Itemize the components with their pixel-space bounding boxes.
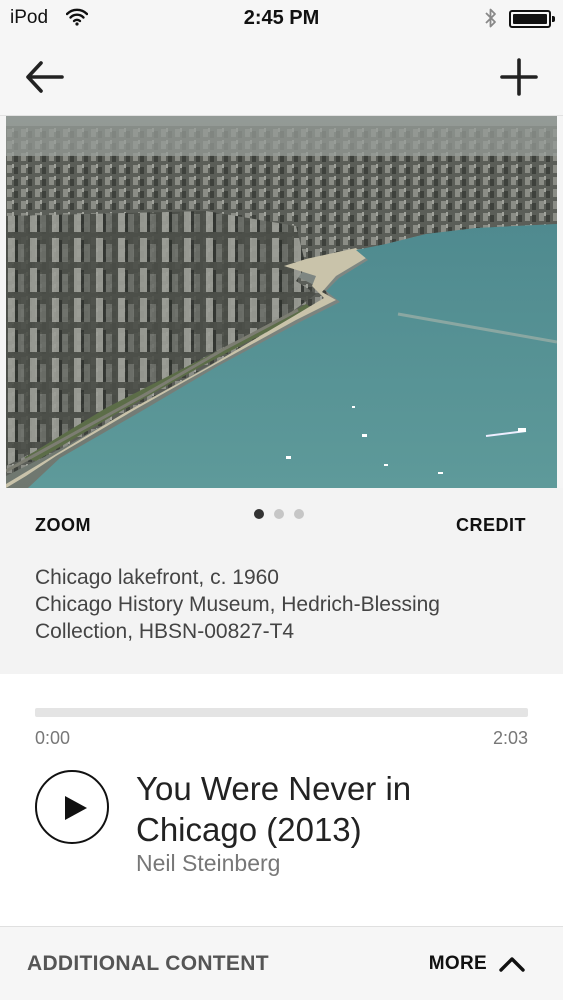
bluetooth-icon bbox=[484, 7, 498, 34]
play-button[interactable] bbox=[35, 770, 109, 844]
elapsed-time: 0:00 bbox=[35, 728, 71, 748]
track-title: You Were Never in Chicago (2013) bbox=[136, 768, 536, 850]
caption-line: Chicago History Museum, Hedrich-Blessing bbox=[35, 593, 440, 616]
aerial-city-lakefront-photo[interactable] bbox=[6, 116, 557, 488]
chevron-up-icon bbox=[499, 957, 525, 972]
audio-player: 0:00 2:03 You Were Never in Chicago (201… bbox=[0, 674, 563, 926]
track-title-line: Chicago (2013) bbox=[136, 811, 362, 848]
more-button[interactable]: MORE bbox=[429, 953, 525, 975]
caption-line: Collection, HBSN-00827-T4 bbox=[35, 620, 295, 643]
back-button[interactable] bbox=[24, 58, 66, 96]
add-button[interactable] bbox=[498, 56, 540, 98]
battery-icon bbox=[509, 10, 555, 28]
photo-caption: Chicago lakefront, c. 1960 Chicago Histo… bbox=[35, 564, 535, 645]
track-author: Neil Steinberg bbox=[136, 850, 281, 876]
nav-bar bbox=[0, 38, 563, 116]
zoom-button[interactable]: ZOOM bbox=[35, 515, 91, 536]
credit-button[interactable]: CREDIT bbox=[456, 515, 526, 536]
page-indicator[interactable] bbox=[254, 509, 304, 519]
page-dot-3[interactable] bbox=[294, 509, 304, 519]
additional-content-label: ADDITIONAL CONTENT bbox=[27, 952, 269, 975]
page-dot-2[interactable] bbox=[274, 509, 284, 519]
more-label: MORE bbox=[428, 953, 487, 974]
caption-line: Chicago lakefront, c. 1960 bbox=[35, 566, 279, 589]
track-title-line: You Were Never in bbox=[136, 770, 412, 807]
photo-caption-panel: ZOOM CREDIT Chicago lakefront, c. 1960 C… bbox=[0, 488, 563, 674]
plus-icon bbox=[500, 58, 538, 96]
status-bar: iPod 2:45 PM bbox=[0, 0, 563, 38]
status-time: 2:45 PM bbox=[243, 7, 320, 29]
bottom-bar: ADDITIONAL CONTENT MORE bbox=[0, 926, 563, 1000]
total-time: 2:03 bbox=[492, 728, 528, 748]
progress-bar[interactable] bbox=[35, 708, 528, 717]
play-icon bbox=[65, 796, 87, 820]
arrow-left-icon bbox=[26, 61, 64, 93]
page-dot-1[interactable] bbox=[254, 509, 264, 519]
